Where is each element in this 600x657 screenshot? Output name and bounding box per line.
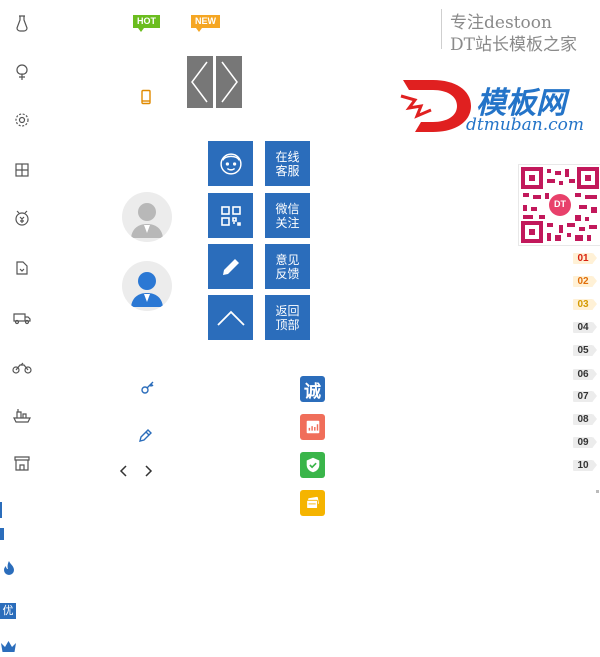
dot	[596, 490, 599, 493]
rank-number: 06	[573, 369, 597, 380]
logo-domain: dtmuban.com	[466, 115, 585, 135]
chevron-right-icon[interactable]	[142, 463, 154, 477]
customer-service-button[interactable]	[208, 141, 253, 186]
feedback-button[interactable]	[208, 244, 253, 289]
rank-number: 10	[573, 460, 597, 471]
card-icon	[300, 490, 325, 516]
wechat-button[interactable]	[208, 193, 253, 238]
mobile-icon[interactable]	[139, 89, 153, 105]
ship-icon[interactable]	[12, 405, 32, 425]
truck-icon[interactable]	[12, 307, 32, 327]
qr-code-icon	[220, 205, 241, 226]
default-avatar-blue	[122, 261, 172, 311]
rank-number: 03	[573, 299, 597, 310]
back-to-top-label[interactable]: 返回顶部	[265, 295, 310, 340]
dragon-logo-icon	[399, 76, 475, 134]
wechat-follow-label[interactable]: 微信关注	[265, 193, 310, 238]
integrity-badge: 诚	[300, 376, 325, 402]
online-service-label[interactable]: 在线客服	[265, 141, 310, 186]
chevron-right-icon	[221, 61, 238, 103]
rank-number: 07	[573, 391, 597, 402]
customer-service-icon	[219, 152, 242, 175]
rank-number: 05	[573, 345, 597, 356]
rank-number: 09	[573, 437, 597, 448]
rank-number: 08	[573, 414, 597, 425]
prev-slide-button[interactable]	[187, 56, 213, 108]
indicator-bar	[0, 528, 4, 540]
next-slide-button[interactable]	[216, 56, 242, 108]
default-avatar-gray	[122, 192, 172, 242]
storefront-icon[interactable]	[12, 453, 32, 473]
grid-window-icon[interactable]	[12, 160, 32, 180]
tree-icon[interactable]	[12, 62, 32, 82]
back-to-top-button[interactable]	[208, 295, 253, 340]
feedback-label[interactable]: 意见反馈	[265, 244, 310, 289]
chevron-left-icon[interactable]	[118, 463, 130, 477]
rank-number: 02	[573, 276, 597, 287]
document-tag-icon[interactable]	[12, 258, 32, 278]
rank-number: 01	[573, 253, 597, 264]
chevron-left-icon	[191, 61, 208, 103]
qr-code-image: DT	[518, 164, 600, 246]
bottle-icon[interactable]	[12, 13, 32, 33]
brand-subtitle: DT站长模板之家	[450, 35, 577, 55]
chart-badge-icon	[300, 414, 325, 440]
rank-number: 04	[573, 322, 597, 333]
currency-icon[interactable]	[12, 208, 32, 228]
key-icon[interactable]	[140, 379, 156, 395]
gear-icon[interactable]	[12, 110, 32, 130]
motorcycle-icon[interactable]	[12, 357, 32, 377]
edit-icon[interactable]	[137, 428, 153, 444]
chevron-up-icon	[216, 310, 245, 326]
pencil-icon	[222, 258, 239, 275]
qr-center-badge: DT	[554, 199, 566, 209]
you-badge: 优	[0, 603, 16, 619]
new-badge: NEW	[191, 15, 220, 32]
indicator-bar	[0, 502, 2, 518]
hot-badge: HOT	[133, 15, 160, 32]
shield-check-icon	[300, 452, 325, 478]
brand-divider	[441, 9, 442, 49]
crown-icon	[0, 638, 17, 652]
fire-icon	[2, 560, 16, 576]
